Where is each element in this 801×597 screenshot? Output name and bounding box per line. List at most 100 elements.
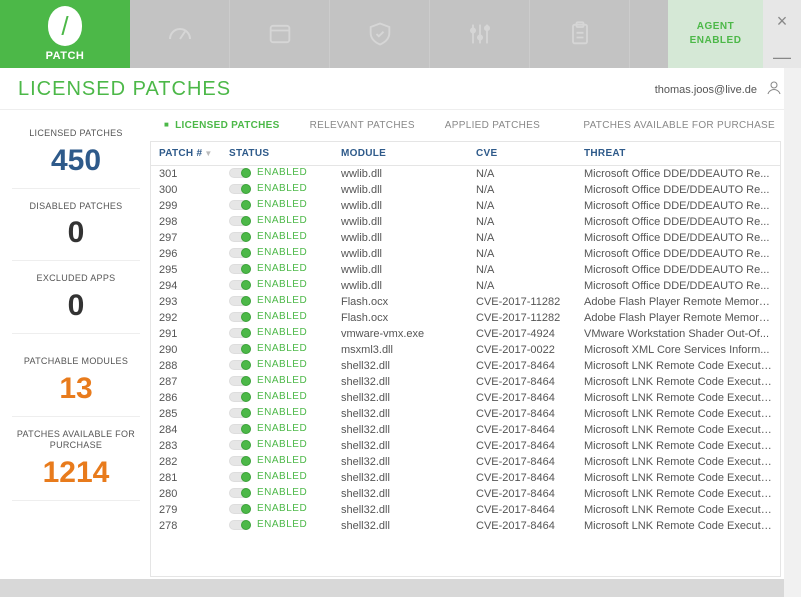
scrollbar-vertical[interactable] xyxy=(784,68,801,597)
col-cve[interactable]: CVE xyxy=(476,148,584,159)
status-toggle[interactable]: ENABLED xyxy=(229,503,307,514)
table-row[interactable]: 281ENABLEDshell32.dllCVE-2017-8464Micros… xyxy=(151,470,780,486)
cell-module: wwlib.dll xyxy=(341,264,476,276)
nav-dashboard[interactable] xyxy=(130,0,230,68)
status-toggle[interactable]: ENABLED xyxy=(229,375,307,386)
patch-table: PATCH #▼ STATUS MODULE CVE THREAT 301ENA… xyxy=(150,141,781,577)
table-row[interactable]: 294ENABLEDwwlib.dllN/AMicrosoft Office D… xyxy=(151,278,780,294)
toggle-track xyxy=(229,440,251,450)
toggle-label: ENABLED xyxy=(257,359,307,370)
table-row[interactable]: 288ENABLEDshell32.dllCVE-2017-8464Micros… xyxy=(151,358,780,374)
cell-status: ENABLED xyxy=(229,359,341,373)
table-row[interactable]: 286ENABLEDshell32.dllCVE-2017-8464Micros… xyxy=(151,390,780,406)
stat-value: 13 xyxy=(12,372,140,406)
cell-threat: Microsoft LNK Remote Code Executi... xyxy=(584,360,772,372)
col-module[interactable]: MODULE xyxy=(341,148,476,159)
minimize-icon[interactable]: — xyxy=(773,48,791,66)
table-row[interactable]: 296ENABLEDwwlib.dllN/AMicrosoft Office D… xyxy=(151,246,780,262)
toggle-dot-icon xyxy=(241,456,251,466)
toggle-track xyxy=(229,488,251,498)
toggle-label: ENABLED xyxy=(257,423,307,434)
status-toggle[interactable]: ENABLED xyxy=(229,407,307,418)
status-toggle[interactable]: ENABLED xyxy=(229,343,307,354)
status-toggle[interactable]: ENABLED xyxy=(229,183,307,194)
status-toggle[interactable]: ENABLED xyxy=(229,327,307,338)
status-toggle[interactable]: ENABLED xyxy=(229,247,307,258)
status-toggle[interactable]: ENABLED xyxy=(229,423,307,434)
table-row[interactable]: 299ENABLEDwwlib.dllN/AMicrosoft Office D… xyxy=(151,198,780,214)
table-row[interactable]: 287ENABLEDshell32.dllCVE-2017-8464Micros… xyxy=(151,374,780,390)
col-threat[interactable]: THREAT xyxy=(584,148,772,159)
cell-status: ENABLED xyxy=(229,375,341,389)
status-toggle[interactable]: ENABLED xyxy=(229,199,307,210)
table-row[interactable]: 283ENABLEDshell32.dllCVE-2017-8464Micros… xyxy=(151,438,780,454)
status-toggle[interactable]: ENABLED xyxy=(229,215,307,226)
tab-relevant[interactable]: RELEVANT PATCHES xyxy=(310,120,415,131)
user-area[interactable]: thomas.joos@live.de xyxy=(655,79,783,100)
table-row[interactable]: 280ENABLEDshell32.dllCVE-2017-8464Micros… xyxy=(151,486,780,502)
status-toggle[interactable]: ENABLED xyxy=(229,295,307,306)
table-row[interactable]: 293ENABLEDFlash.ocxCVE-2017-11282Adobe F… xyxy=(151,294,780,310)
footer-bar xyxy=(0,579,801,597)
status-toggle[interactable]: ENABLED xyxy=(229,487,307,498)
stat-value: 0 xyxy=(12,216,140,250)
cell-status: ENABLED xyxy=(229,391,341,405)
status-toggle[interactable]: ENABLED xyxy=(229,391,307,402)
cell-threat: Microsoft LNK Remote Code Executi... xyxy=(584,520,772,532)
status-toggle[interactable]: ENABLED xyxy=(229,167,307,178)
table-row[interactable]: 300ENABLEDwwlib.dllN/AMicrosoft Office D… xyxy=(151,182,780,198)
table-row[interactable]: 291ENABLEDvmware-vmx.exeCVE-2017-4924VMw… xyxy=(151,326,780,342)
table-row[interactable]: 297ENABLEDwwlib.dllN/AMicrosoft Office D… xyxy=(151,230,780,246)
status-toggle[interactable]: ENABLED xyxy=(229,519,307,530)
table-row[interactable]: 285ENABLEDshell32.dllCVE-2017-8464Micros… xyxy=(151,406,780,422)
cell-patch: 286 xyxy=(159,392,229,404)
col-status[interactable]: STATUS xyxy=(229,148,341,159)
cell-status: ENABLED xyxy=(229,295,341,309)
stat-excluded[interactable]: EXCLUDED APPS 0 xyxy=(12,261,140,334)
nav-settings[interactable] xyxy=(430,0,530,68)
table-row[interactable]: 298ENABLEDwwlib.dllN/AMicrosoft Office D… xyxy=(151,214,780,230)
logo-label: PATCH xyxy=(46,50,85,62)
agent-status[interactable]: AGENT ENABLED xyxy=(668,0,763,68)
cell-status: ENABLED xyxy=(229,455,341,469)
status-toggle[interactable]: ENABLED xyxy=(229,471,307,482)
status-toggle[interactable]: ENABLED xyxy=(229,231,307,242)
table-row[interactable]: 284ENABLEDshell32.dllCVE-2017-8464Micros… xyxy=(151,422,780,438)
col-patch[interactable]: PATCH #▼ xyxy=(159,148,229,159)
cell-patch: 287 xyxy=(159,376,229,388)
close-icon[interactable]: × xyxy=(777,12,788,30)
window-controls: × — xyxy=(763,0,801,68)
toggle-dot-icon xyxy=(241,280,251,290)
status-toggle[interactable]: ENABLED xyxy=(229,359,307,370)
status-toggle[interactable]: ENABLED xyxy=(229,455,307,466)
table-row[interactable]: 301ENABLEDwwlib.dllN/AMicrosoft Office D… xyxy=(151,166,780,182)
table-row[interactable]: 278ENABLEDshell32.dllCVE-2017-8464Micros… xyxy=(151,518,780,534)
cell-module: shell32.dll xyxy=(341,424,476,436)
tab-available[interactable]: PATCHES AVAILABLE FOR PURCHASE xyxy=(583,120,781,131)
table-row[interactable]: 282ENABLEDshell32.dllCVE-2017-8464Micros… xyxy=(151,454,780,470)
cell-cve: CVE-2017-8464 xyxy=(476,504,584,516)
cell-patch: 280 xyxy=(159,488,229,500)
status-toggle[interactable]: ENABLED xyxy=(229,263,307,274)
nav-shield[interactable] xyxy=(330,0,430,68)
tab-applied[interactable]: APPLIED PATCHES xyxy=(445,120,540,131)
table-body[interactable]: 301ENABLEDwwlib.dllN/AMicrosoft Office D… xyxy=(151,166,780,577)
stat-disabled[interactable]: DISABLED PATCHES 0 xyxy=(12,189,140,262)
stat-available[interactable]: PATCHES AVAILABLE FOR PURCHASE 1214 xyxy=(12,417,140,501)
status-toggle[interactable]: ENABLED xyxy=(229,439,307,450)
table-row[interactable]: 292ENABLEDFlash.ocxCVE-2017-11282Adobe F… xyxy=(151,310,780,326)
logo-tab[interactable]: / PATCH xyxy=(0,0,130,68)
table-row[interactable]: 295ENABLEDwwlib.dllN/AMicrosoft Office D… xyxy=(151,262,780,278)
table-row[interactable]: 279ENABLEDshell32.dllCVE-2017-8464Micros… xyxy=(151,502,780,518)
tab-licensed[interactable]: LICENSED PATCHES xyxy=(164,120,280,131)
status-toggle[interactable]: ENABLED xyxy=(229,311,307,322)
table-row[interactable]: 290ENABLEDmsxml3.dllCVE-2017-0022Microso… xyxy=(151,342,780,358)
stat-licensed[interactable]: LICENSED PATCHES 450 xyxy=(12,116,140,189)
cell-cve: CVE-2017-8464 xyxy=(476,360,584,372)
stat-modules[interactable]: PATCHABLE MODULES 13 xyxy=(12,344,140,417)
nav-reports[interactable] xyxy=(530,0,630,68)
cell-patch: 281 xyxy=(159,472,229,484)
nav-apps[interactable] xyxy=(230,0,330,68)
cell-status: ENABLED xyxy=(229,487,341,501)
status-toggle[interactable]: ENABLED xyxy=(229,279,307,290)
